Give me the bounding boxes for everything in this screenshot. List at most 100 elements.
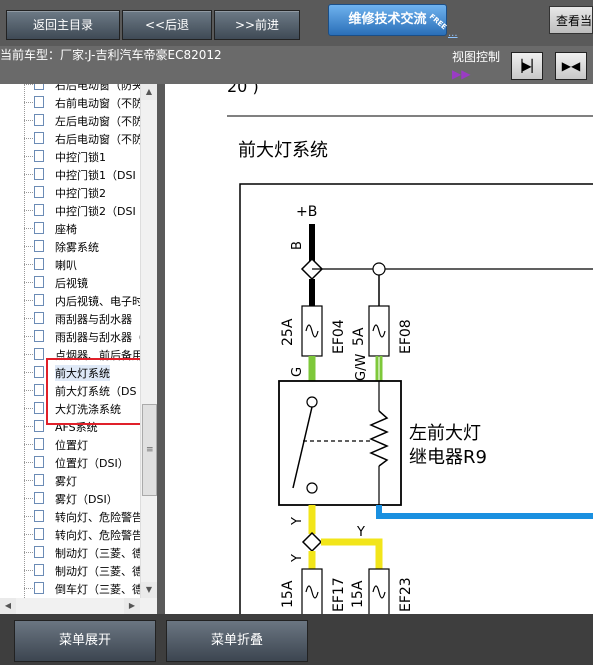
tree-item[interactable]: 转向灯、危险警告 <box>0 526 143 544</box>
scroll-thumb[interactable]: ≡ <box>142 404 157 496</box>
scroll-down-icon[interactable]: ▼ <box>141 582 157 598</box>
forward-button[interactable]: >>前进 <box>214 10 300 40</box>
tree-connector <box>24 354 33 355</box>
tree-connector <box>24 174 33 175</box>
back-button[interactable]: <<后退 <box>122 10 212 40</box>
wire-b-label: B <box>290 241 305 250</box>
tree-item[interactable]: 右后电动窗（不防 <box>0 130 143 148</box>
tree-connector <box>24 516 33 517</box>
tree-item[interactable]: 位置灯（DSI） <box>0 454 140 472</box>
document-icon <box>34 582 44 594</box>
junction-3 <box>301 531 323 553</box>
tree-item[interactable]: 雨刮器与刮水器（ <box>0 328 143 346</box>
tree-item-label: 中控门锁1 <box>55 151 106 164</box>
tree-item-label: 制动灯（三菱、德 <box>55 547 143 560</box>
document-icon <box>34 294 44 306</box>
menu-expand-button[interactable]: 菜单展开 <box>14 620 156 662</box>
wire-blue <box>376 505 593 519</box>
scroll-up-icon[interactable]: ▲ <box>141 84 157 100</box>
tree-item[interactable]: 雾灯（DSI） <box>0 490 140 508</box>
tree-item[interactable]: 内后视镜、电子时 <box>0 292 143 310</box>
tech-exchange-link[interactable]: ... <box>448 28 458 39</box>
tree-item-label: 右前电动窗（不防 <box>55 97 143 110</box>
tree-connector <box>24 228 33 229</box>
tree-item-label: 雨刮器与刮水器（ <box>55 331 143 344</box>
tree-item[interactable]: 除雾系统 <box>0 238 140 256</box>
document-icon <box>34 84 44 90</box>
fuse-ef23-rating: 15A <box>350 580 366 608</box>
document-icon <box>34 150 44 162</box>
tree-item[interactable]: 左后电动窗（不防 <box>0 112 143 130</box>
tree-item[interactable]: 中控门锁1（DSI <box>0 166 140 184</box>
tree-item-label: 位置灯（DSI） <box>55 457 129 470</box>
wire-y-label-1: Y <box>290 517 305 526</box>
document-icon <box>34 168 44 180</box>
document-icon <box>34 564 44 576</box>
tree-connector <box>24 300 33 301</box>
tree-item[interactable]: 雨刮器与刮水器 <box>0 310 140 328</box>
tree-item[interactable]: 右后电动窗（防夹） <box>0 84 154 94</box>
menu-tree: 右后电动窗（防夹） 右前电动窗（不防左后电动窗（不防 右后电动窗（不防中控门锁1 中控… <box>0 84 157 614</box>
document-icon <box>34 330 44 342</box>
tree-connector <box>24 444 33 445</box>
fuse-ef04-name: EF04 <box>331 319 347 354</box>
document-icon <box>34 420 44 432</box>
tree-item[interactable]: 制动灯（三菱、德 <box>0 562 143 580</box>
fuse-ef08-name: EF08 <box>398 319 414 354</box>
tree-item[interactable]: 雾灯 <box>0 472 140 490</box>
menu-collapse-button[interactable]: 菜单折叠 <box>166 620 308 662</box>
tree-item[interactable]: 位置灯 <box>0 436 140 454</box>
tree-connector <box>24 246 33 247</box>
document-icon <box>34 492 44 504</box>
fuse-ef17-rating: 15A <box>280 580 296 608</box>
wiring-diagram: 20 ) 前大灯系统 +B B 25A EF04 5A EF08 G G/W 左… <box>227 84 593 614</box>
tree-item-label: 转向灯、危险警告 <box>55 511 143 524</box>
document-icon <box>34 402 44 414</box>
grip-icon: ≡ <box>146 445 154 455</box>
view-single-button[interactable]: ▕▶▏ <box>511 52 543 80</box>
document-icon <box>34 438 44 450</box>
tree-item[interactable]: 后视镜 <box>0 274 140 292</box>
tree-connector <box>24 102 33 103</box>
junction-2 <box>372 262 386 276</box>
tree-connector <box>24 318 33 319</box>
tree-item[interactable]: 座椅 <box>0 220 140 238</box>
tree-connector <box>24 534 33 535</box>
tree-connector <box>24 282 33 283</box>
fuse-ef23-name: EF23 <box>398 577 414 612</box>
tree-horizontal-scrollbar[interactable]: ◀ ▶ <box>0 598 157 614</box>
back-to-main-button[interactable]: 返回主目录 <box>6 10 120 40</box>
fuse-ef04-rating: 25A <box>280 318 296 346</box>
tree-vertical-scrollbar[interactable]: ▲ ≡ ▼ <box>140 84 157 598</box>
tree-item-label: 雾灯 <box>55 475 77 488</box>
tree-item[interactable]: 中控门锁1 <box>0 148 140 166</box>
document-icon <box>34 186 44 198</box>
relay-name-1: 左前大灯 <box>409 423 481 444</box>
tree-item[interactable]: 制动灯（三菱、德 <box>0 544 143 562</box>
panel-splitter[interactable] <box>157 84 165 614</box>
scroll-left-icon[interactable]: ◀ <box>0 598 16 614</box>
document-icon <box>34 312 44 324</box>
diagram-top-text: 20 ) <box>227 84 259 96</box>
document-icon <box>34 348 44 360</box>
tree-connector <box>24 264 33 265</box>
tree-item[interactable]: 中控门锁2（DSI <box>0 202 140 220</box>
tree-item[interactable]: 转向灯、危险警告 <box>0 508 143 526</box>
wire-y-label-2: Y <box>356 525 365 540</box>
view-current-button[interactable]: 查看当 <box>549 6 593 34</box>
tree-connector <box>24 372 33 373</box>
tree-item[interactable]: 中控门锁2 <box>0 184 140 202</box>
tree-item[interactable]: 右前电动窗（不防 <box>0 94 143 112</box>
tree-item[interactable]: 喇叭 <box>0 256 140 274</box>
tree-item-label: 除雾系统 <box>55 241 99 254</box>
tree-item-label: 喇叭 <box>55 259 77 272</box>
scroll-right-icon[interactable]: ▶ <box>124 598 140 614</box>
tree-item[interactable]: 倒车灯（三菱、德 <box>0 580 143 598</box>
view-split-button[interactable]: ▶◀ <box>555 52 587 80</box>
tree-item-label: 转向灯、危险警告 <box>55 529 143 542</box>
tree-connector <box>24 120 33 121</box>
tree-connector <box>24 210 33 211</box>
tech-exchange-button[interactable]: 维修技术交流 FREE <box>328 4 448 36</box>
tree-connector <box>24 156 33 157</box>
document-icon <box>34 546 44 558</box>
